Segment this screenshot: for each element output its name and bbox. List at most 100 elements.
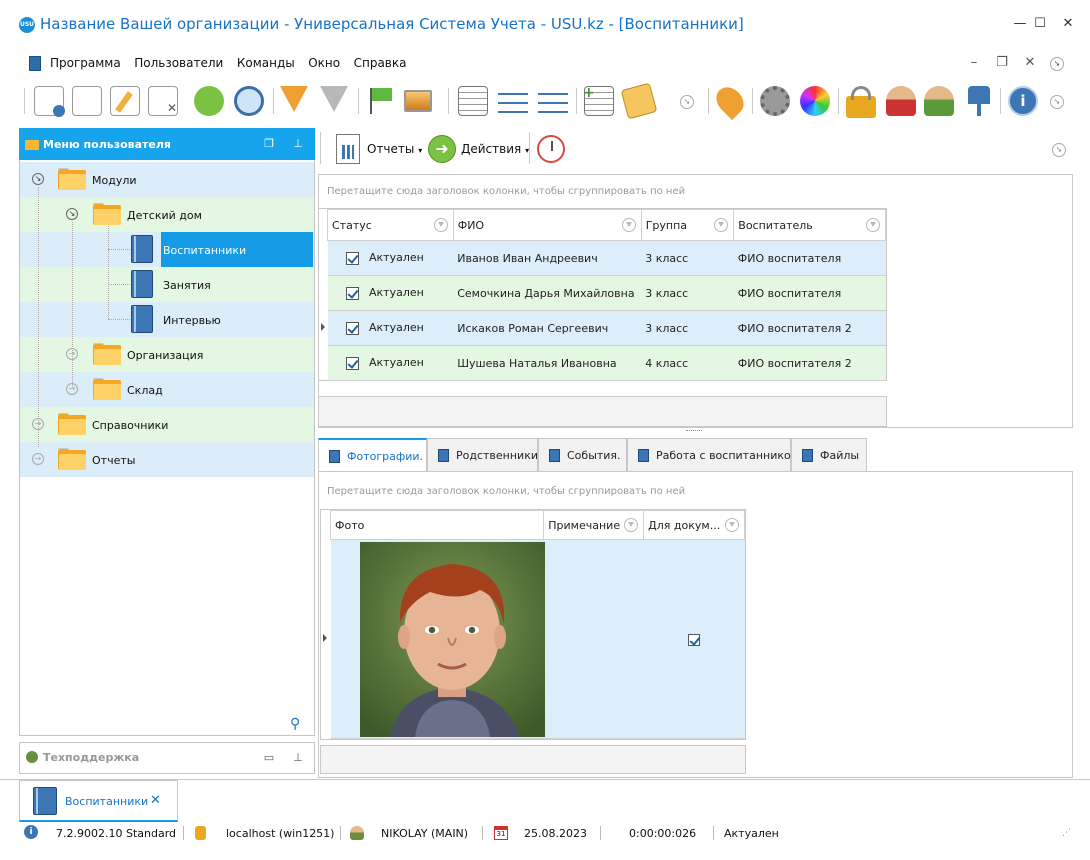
actions-dropdown-button[interactable]: Действия ▾: [461, 142, 529, 156]
for-docs-checkbox[interactable]: [688, 633, 701, 646]
filter-check-icon[interactable]: [320, 86, 348, 112]
mdi-close-button[interactable]: ✕: [1022, 55, 1038, 70]
delete-icon[interactable]: ✕: [148, 86, 178, 116]
support-pin-button[interactable]: ⊥: [291, 751, 305, 764]
status-version: 7.2.9002.10 Standard: [56, 827, 177, 840]
users-icon[interactable]: [924, 86, 954, 116]
current-row-indicator: [321, 323, 325, 331]
filter-icon[interactable]: [280, 86, 308, 112]
color-icon[interactable]: [800, 86, 830, 116]
reports-dropdown-button[interactable]: Отчеты ▾: [367, 142, 422, 156]
tab-relatives[interactable]: Родственники: [427, 438, 538, 471]
collapse-tree-icon[interactable]: [538, 86, 568, 116]
table-row[interactable]: Актуален Шушева Наталья Ивановна 4 класс…: [327, 345, 886, 381]
tab-work-with-pupil[interactable]: Работа с воспитанником: [627, 438, 799, 471]
support-user-icon: [26, 751, 38, 763]
app-logo-icon: USU: [19, 17, 35, 33]
table-row[interactable]: Актуален Искаков Роман Сергеевич 3 класс…: [327, 310, 886, 346]
group-cell: 4 класс: [641, 345, 734, 381]
menu-search-icon[interactable]: ⚲: [290, 716, 300, 732]
column-header-teacher[interactable]: Воспитатель: [733, 209, 886, 241]
expand-tree-icon[interactable]: [498, 86, 528, 116]
column-filter-icon[interactable]: [714, 218, 729, 232]
column-filter-icon[interactable]: [866, 218, 880, 232]
column-header-fio[interactable]: ФИО: [452, 209, 642, 241]
collapse-menu-icon[interactable]: ➘: [1050, 57, 1064, 71]
status-checkbox[interactable]: [345, 321, 359, 335]
menu-users[interactable]: Пользователи: [134, 56, 223, 70]
status-checkbox[interactable]: [345, 251, 359, 265]
user-icon[interactable]: [886, 86, 916, 116]
column-header-status[interactable]: Статус: [327, 209, 454, 241]
support-minimize-button[interactable]: ▭: [262, 751, 276, 764]
tab-photos[interactable]: Фотографии.: [318, 438, 427, 472]
pupil-photo[interactable]: [360, 542, 545, 737]
tab-files[interactable]: Файлы: [791, 438, 867, 471]
collapse-actions-icon[interactable]: ➘: [1052, 143, 1066, 157]
status-date: 25.08.2023: [524, 827, 587, 840]
mdi-restore-button[interactable]: ❐: [994, 55, 1010, 70]
status-checkbox[interactable]: [345, 286, 359, 300]
report-chart-icon[interactable]: [336, 134, 360, 164]
column-filter-icon[interactable]: [621, 218, 636, 232]
notes-icon[interactable]: [620, 82, 658, 120]
image-icon[interactable]: [404, 90, 432, 112]
location-icon[interactable]: [710, 81, 750, 121]
menu-help[interactable]: Справка: [354, 56, 407, 70]
tab-events[interactable]: События.: [538, 438, 627, 471]
close-window-button[interactable]: ✕: [1058, 14, 1078, 34]
column-filter-icon[interactable]: [433, 218, 448, 232]
teacher-cell: ФИО воспитателя 2: [733, 345, 886, 381]
table-row[interactable]: Актуален Семочкина Дарья Михайловна 3 кл…: [327, 275, 886, 311]
resize-grip-icon[interactable]: ⋰: [1062, 828, 1071, 838]
teacher-cell: ФИО воспитателя 2: [733, 310, 886, 346]
column-header-photo[interactable]: Фото: [329, 510, 545, 540]
plugin-icon[interactable]: [968, 86, 990, 116]
timer-icon[interactable]: [537, 135, 565, 163]
mdi-minimize-button[interactable]: –: [966, 55, 982, 70]
tree-label-classes: Занятия: [163, 279, 211, 292]
collapse-modules-icon[interactable]: ↘: [32, 173, 44, 185]
add-row-icon[interactable]: +: [583, 85, 614, 116]
new-record-icon[interactable]: [34, 86, 65, 117]
expand-references-icon[interactable]: →: [32, 418, 44, 430]
expand-warehouse-icon[interactable]: →: [66, 383, 78, 395]
status-cell: Актуален: [369, 321, 424, 335]
flag-icon[interactable]: [366, 86, 396, 116]
pin-panel-button[interactable]: ⊥: [291, 137, 305, 150]
float-panel-button[interactable]: ❐: [262, 137, 276, 150]
toolbar-overflow-icon[interactable]: ➘: [680, 95, 694, 109]
menu-program[interactable]: Программа: [50, 56, 121, 70]
collapse-toolbar-icon[interactable]: ➘: [1050, 95, 1064, 109]
support-title[interactable]: Техподдержка: [43, 751, 139, 764]
tree-label-orphanage: Детский дом: [127, 209, 202, 222]
column-filter-icon[interactable]: [624, 518, 639, 532]
tree-row-warehouse[interactable]: [20, 372, 314, 407]
edit-icon[interactable]: [110, 86, 140, 116]
refresh-icon[interactable]: [194, 86, 224, 116]
info-icon: i: [24, 825, 38, 839]
menu-commands[interactable]: Команды: [237, 56, 295, 70]
settings-icon[interactable]: [760, 86, 790, 116]
column-filter-icon[interactable]: [725, 518, 739, 532]
info-icon[interactable]: i: [1008, 86, 1038, 116]
book-icon: [802, 449, 813, 462]
menu-window[interactable]: Окно: [308, 56, 340, 70]
column-header-group[interactable]: Группа: [640, 209, 735, 241]
columns-icon[interactable]: [458, 86, 488, 116]
expand-organization-icon[interactable]: →: [66, 348, 78, 360]
expand-reports-icon[interactable]: →: [32, 453, 44, 465]
splitter-handle[interactable]: [686, 430, 702, 431]
copy-icon[interactable]: [72, 86, 102, 116]
column-header-for-docs[interactable]: Для докум...: [643, 510, 745, 540]
folder-icon: [58, 448, 86, 470]
column-header-note[interactable]: Примечание: [543, 510, 645, 540]
maximize-window-button[interactable]: ☐: [1030, 14, 1050, 34]
status-checkbox[interactable]: [345, 356, 359, 370]
table-row[interactable]: Актуален Иванов Иван Андреевич 3 класс Ф…: [327, 240, 886, 276]
actions-arrow-icon[interactable]: ➜: [428, 135, 456, 163]
close-tab-icon[interactable]: ✕: [150, 793, 161, 808]
minimize-window-button[interactable]: —: [1010, 14, 1030, 34]
collapse-orphanage-icon[interactable]: ↘: [66, 208, 78, 220]
search-icon[interactable]: [234, 86, 264, 116]
